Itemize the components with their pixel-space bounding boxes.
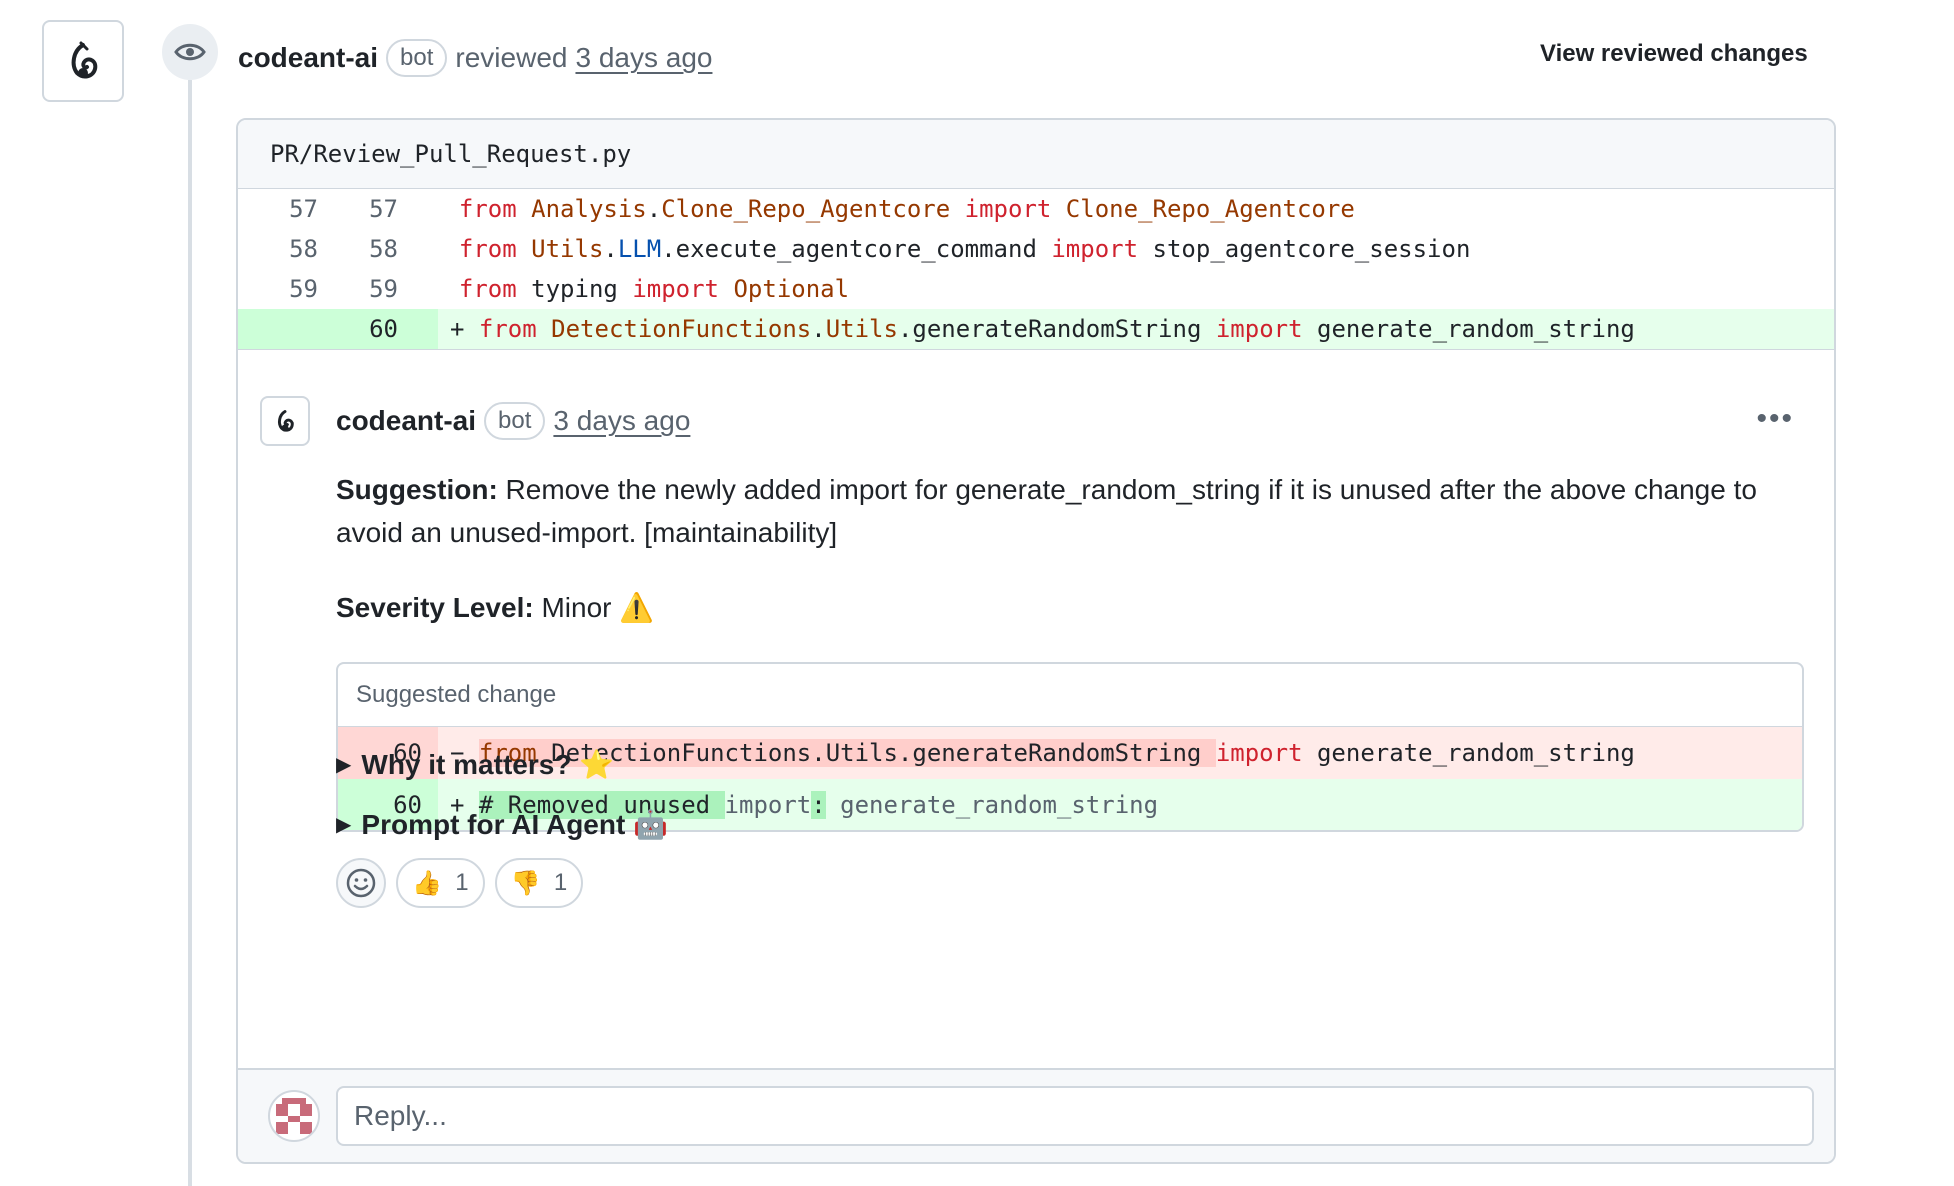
comment-body: Suggestion: Remove the newly added impor… <box>336 468 1796 629</box>
reviewer-avatar[interactable] <box>42 20 124 102</box>
prompt-for-ai-agent-toggle[interactable]: ▶ Prompt for AI Agent 🤖 <box>336 808 668 841</box>
new-line-number[interactable]: 57 <box>318 195 418 223</box>
code-line: − from DetectionFunctions.Utils.generate… <box>450 739 1635 767</box>
new-line-number[interactable]: 60 <box>318 315 418 343</box>
suggestion-text: Remove the newly added import for genera… <box>336 474 1757 548</box>
review-action: reviewed <box>455 42 568 73</box>
thumbs-up-icon: 👍 <box>412 869 442 897</box>
comment-header: codeant-ai bot 3 days ago <box>336 402 690 440</box>
code-line: from typing import Optional <box>458 275 850 303</box>
warning-icon: ⚠️ <box>619 592 655 623</box>
view-reviewed-changes-button[interactable]: View reviewed changes <box>1540 40 1808 68</box>
triangle-right-icon: ▶ <box>336 814 352 836</box>
prompt-for-ai-agent-label: Prompt for AI Agent 🤖 <box>361 809 668 840</box>
why-it-matters-toggle[interactable]: ▶ Why it matters? ⭐ <box>336 748 614 781</box>
smiley-icon <box>346 868 376 898</box>
thumbs-up-reaction[interactable]: 👍 1 <box>396 858 485 908</box>
triangle-right-icon: ▶ <box>336 754 352 776</box>
diff-line: 58 58 from Utils.LLM.execute_agentcore_co… <box>238 229 1834 269</box>
codeant-logo-icon <box>277 410 294 432</box>
suggestion-label: Suggestion: <box>336 474 498 505</box>
add-reaction-button[interactable] <box>336 858 386 908</box>
comment-avatar[interactable] <box>260 396 310 446</box>
reaction-count: 1 <box>553 869 568 896</box>
added-marker: + <box>450 315 465 343</box>
severity-label: Severity Level: <box>336 592 534 623</box>
suggested-change-box: Suggested change 60 − from DetectionFunc… <box>336 662 1804 832</box>
reply-bar: Reply... <box>238 1068 1834 1162</box>
review-author[interactable]: codeant-ai <box>238 42 378 74</box>
code-line: + from DetectionFunctions.Utils.generate… <box>450 315 1635 343</box>
eye-icon <box>162 24 218 80</box>
new-line-number[interactable]: 59 <box>318 275 418 303</box>
old-line-number[interactable]: 58 <box>238 235 318 263</box>
suggested-change-header: Suggested change <box>338 664 1802 727</box>
thumbs-down-reaction[interactable]: 👎 1 <box>494 858 584 908</box>
bot-badge: bot <box>484 402 546 440</box>
diff-line-added: 60 + from DetectionFunctions.Utils.gener… <box>238 309 1834 349</box>
severity-paragraph: Severity Level: Minor ⚠️ <box>336 586 1796 629</box>
severity-value: Minor <box>533 592 620 623</box>
comment-time-link[interactable]: 3 days ago <box>553 405 690 437</box>
comment-author[interactable]: codeant-ai <box>336 405 476 437</box>
timeline-line <box>188 80 192 1186</box>
reaction-count: 1 <box>455 869 469 896</box>
old-line-number[interactable]: 57 <box>238 195 318 223</box>
suggestion-paragraph: Suggestion: Remove the newly added impor… <box>336 468 1796 554</box>
diff-line: 57 57 from Analysis.Clone_Repo_Agentcore … <box>238 189 1834 229</box>
bot-badge: bot <box>386 39 448 77</box>
diff-line: 59 59 from typing import Optional <box>238 269 1834 309</box>
review-comment: codeant-ai bot 3 days ago ••• Suggestion… <box>238 349 1834 1070</box>
old-line-number[interactable]: 59 <box>238 275 318 303</box>
why-it-matters-label: Why it matters? ⭐ <box>361 749 615 780</box>
code-line: from Utils.LLM.execute_agentcore_command… <box>458 235 1471 263</box>
review-time-link[interactable]: 3 days ago <box>575 42 712 74</box>
code-line: from Analysis.Clone_Repo_Agentcore impor… <box>458 195 1355 223</box>
codeant-logo-icon <box>71 41 98 79</box>
reply-input[interactable]: Reply... <box>336 1086 1814 1146</box>
review-thread: PR/Review_Pull_Request.py 57 57 from Anal… <box>236 118 1836 1164</box>
reactions-bar: 👍 1 👎 1 <box>336 858 584 908</box>
review-header: codeant-ai bot reviewed 3 days ago <box>238 38 712 78</box>
more-options-icon[interactable]: ••• <box>1756 402 1794 436</box>
new-line-number[interactable]: 58 <box>318 235 418 263</box>
file-path[interactable]: PR/Review_Pull_Request.py <box>238 120 1834 189</box>
thumbs-down-icon: 👎 <box>510 869 541 897</box>
user-avatar[interactable] <box>268 1090 320 1142</box>
